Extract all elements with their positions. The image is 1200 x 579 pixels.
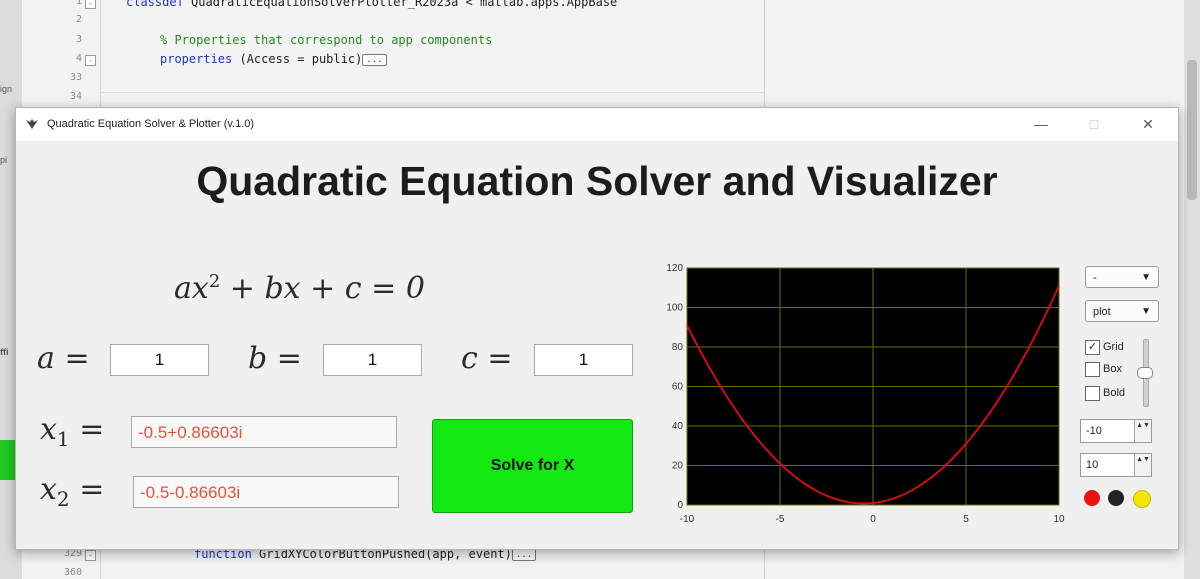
line-number: 34 [69, 91, 82, 102]
scrollbar-thumb[interactable] [1187, 60, 1197, 200]
coef-name: c [461, 341, 478, 376]
code-line-properties: properties (Access = public)... [160, 52, 387, 66]
line-number: 33 [69, 72, 82, 83]
root-base: x [40, 412, 57, 447]
chevron-down-icon: ▼ [1141, 272, 1151, 283]
black-color-button[interactable] [1108, 490, 1124, 506]
y-tick-label: 60 [672, 382, 684, 393]
spinner-value: 10 [1086, 459, 1099, 471]
coef-name: a [37, 341, 55, 376]
equation-rest: + bx + c = 0 [220, 271, 425, 306]
coef-b-label: b = [248, 341, 302, 376]
code-text: (Access = public) [232, 52, 363, 66]
y-tick-label: 120 [666, 263, 683, 274]
x-min-spinner[interactable]: -10 ▲▼ [1080, 419, 1152, 443]
background-green-button [0, 440, 16, 480]
x-tick-label: -5 [776, 514, 785, 525]
root-x2-output: -0.5-0.86603i [133, 476, 399, 508]
bold-checkbox[interactable]: Bold [1085, 385, 1125, 401]
coef-a-input[interactable]: 1 [110, 344, 209, 376]
line-number: 3 [75, 34, 82, 45]
app-heading: Quadratic Equation Solver and Visualizer [196, 158, 998, 204]
root-base: x [40, 472, 57, 507]
coef-b-input[interactable]: 1 [323, 344, 422, 376]
x-tick-label: -10 [680, 514, 695, 525]
root-x1-output: -0.5+0.86603i [131, 416, 397, 448]
editor-scrollbar[interactable] [1184, 0, 1200, 579]
quadratic-equation-label: ax2 + bx + c = 0 [174, 271, 425, 306]
red-color-button[interactable] [1084, 490, 1100, 506]
matlab-app-icon [26, 119, 38, 129]
line-number: 1 [75, 0, 82, 7]
maximize-button[interactable]: □ [1080, 114, 1108, 134]
coef-name: b [248, 341, 268, 376]
equals-sign: = [79, 472, 105, 507]
x-tick-label: 0 [870, 514, 876, 525]
equals-sign: = [487, 341, 513, 376]
equation-exponent: 2 [208, 271, 221, 292]
keyword: properties [160, 52, 233, 66]
root-x2-label: x2 = [40, 472, 104, 511]
minimize-button[interactable]: — [1027, 114, 1055, 134]
plot-type-dropdown[interactable]: plot ▼ [1085, 300, 1159, 322]
checkbox-box[interactable] [1085, 361, 1100, 377]
checkbox-label: Bold [1103, 387, 1126, 399]
spinner-arrows-icon[interactable]: ▲▼ [1134, 454, 1151, 476]
spinner-value: -10 [1086, 425, 1102, 437]
code-text: QuadraticEquationSolverPlotter_R2023a < … [183, 0, 618, 9]
x-tick-label: 5 [963, 514, 969, 525]
checkbox-box[interactable]: ✓ [1085, 339, 1100, 355]
quadratic-plot[interactable]: -10 -5 0 5 10020406080100120 [656, 258, 1076, 538]
fold-toggle-icon[interactable]: - [85, 550, 96, 561]
grid-checkbox[interactable]: ✓ Grid [1085, 339, 1124, 355]
root-subscript: 2 [56, 487, 70, 511]
line-number: 2 [75, 14, 82, 25]
box-checkbox[interactable]: Box [1085, 361, 1122, 377]
line-number: 360 [63, 567, 82, 578]
editor-separator [100, 92, 764, 93]
y-tick-label: 80 [672, 342, 684, 353]
spinner-arrows-icon[interactable]: ▲▼ [1134, 420, 1151, 442]
dropdown-value: plot [1093, 306, 1111, 318]
y-tick-label: 20 [672, 461, 684, 472]
slider-thumb[interactable] [1137, 367, 1153, 379]
equals-sign: = [276, 341, 302, 376]
equals-sign: = [64, 341, 90, 376]
equation-lead: ax [174, 271, 209, 306]
coef-c-input[interactable]: 1 [534, 344, 633, 376]
x-tick-label: 10 [1053, 514, 1065, 525]
y-tick-label: 40 [672, 421, 684, 432]
checkbox-label: Grid [1103, 341, 1124, 353]
keyword: classdef [126, 0, 184, 9]
chevron-down-icon: ▼ [1141, 306, 1151, 317]
collapsed-code-button[interactable]: ... [362, 53, 387, 66]
coef-c-label: c = [461, 341, 513, 376]
line-number: 4 [75, 53, 82, 64]
window-title: Quadratic Equation Solver & Plotter (v.1… [47, 118, 255, 130]
x-max-spinner[interactable]: 10 ▲▼ [1080, 453, 1152, 477]
code-comment-line: % Properties that correspond to app comp… [160, 33, 493, 47]
y-tick-label: 100 [666, 303, 683, 314]
collapsed-code-button[interactable]: ... [511, 548, 537, 561]
equals-sign: = [79, 412, 105, 447]
line-style-dropdown[interactable]: - ▼ [1085, 266, 1159, 288]
fold-toggle-icon[interactable]: - [85, 0, 96, 9]
dropdown-value: - [1093, 272, 1097, 284]
close-button[interactable]: ✕ [1134, 114, 1162, 134]
code-line-classdef: classdef QuadraticEquationSolverPlotter_… [126, 0, 617, 9]
window-titlebar[interactable]: Quadratic Equation Solver & Plotter (v.1… [16, 108, 1178, 141]
coef-a-label: a = [37, 341, 90, 376]
y-tick-label: 0 [677, 500, 683, 511]
app-window: Quadratic Equation Solver & Plotter (v.1… [15, 107, 1179, 550]
checkbox-label: Box [1103, 363, 1122, 375]
solve-button[interactable]: Solve for X [432, 419, 633, 513]
root-subscript: 1 [56, 427, 70, 451]
yellow-color-button[interactable] [1133, 490, 1151, 508]
fold-toggle-icon[interactable]: - [85, 55, 96, 66]
root-x1-label: x1 = [40, 412, 104, 451]
left-strip-label: ign [0, 84, 13, 94]
checkbox-box[interactable] [1085, 385, 1100, 401]
